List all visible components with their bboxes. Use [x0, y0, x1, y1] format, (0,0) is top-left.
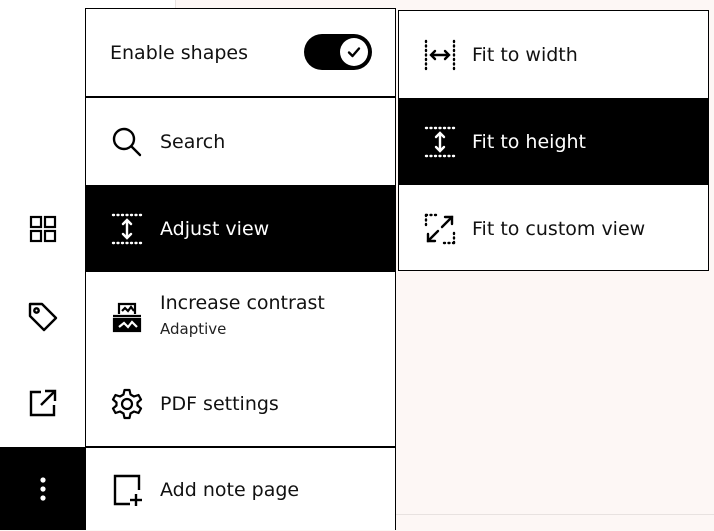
fit-to-custom-view-item[interactable]: Fit to custom view — [399, 185, 708, 272]
share-icon — [29, 389, 56, 417]
fit-width-icon — [423, 38, 457, 72]
adjust-view-label: Adjust view — [160, 217, 270, 240]
more-vertical-icon — [39, 476, 46, 501]
share-button[interactable] — [0, 360, 85, 446]
search-icon — [110, 125, 144, 159]
fit-custom-icon — [423, 212, 457, 246]
enable-shapes-item[interactable]: Enable shapes — [86, 9, 395, 96]
tag-icon — [28, 302, 57, 332]
gear-icon — [110, 387, 144, 421]
adjust-view-submenu: Fit to width Fit to height Fit to custom… — [398, 10, 709, 271]
fit-height-icon — [423, 125, 457, 159]
contrast-icon — [110, 300, 144, 334]
fit-to-custom-view-label: Fit to custom view — [472, 217, 646, 240]
fit-to-width-item[interactable]: Fit to width — [399, 11, 708, 98]
pdf-settings-item[interactable]: PDF settings — [86, 362, 395, 446]
grid-view-button[interactable] — [0, 186, 85, 272]
pdf-settings-label: PDF settings — [160, 393, 279, 415]
enable-shapes-toggle[interactable] — [304, 34, 372, 70]
fit-to-height-item[interactable]: Fit to height — [399, 98, 708, 185]
more-button[interactable] — [0, 447, 85, 530]
page-edge — [396, 514, 714, 515]
check-icon — [347, 47, 361, 58]
fit-to-width-label: Fit to width — [472, 43, 578, 66]
side-toolbar — [0, 0, 85, 530]
fit-to-height-label: Fit to height — [472, 130, 586, 153]
add-note-page-label: Add note page — [160, 478, 300, 501]
add-note-page-item[interactable]: Add note page — [86, 448, 395, 531]
search-label: Search — [160, 130, 226, 153]
tag-button[interactable] — [0, 274, 85, 360]
toggle-knob — [340, 38, 368, 66]
add-page-icon — [110, 473, 144, 507]
grid-icon — [29, 215, 56, 243]
adjust-view-item[interactable]: Adjust view — [86, 185, 395, 272]
search-item[interactable]: Search — [86, 98, 395, 185]
increase-contrast-item[interactable]: Increase contrast Adaptive — [86, 272, 395, 362]
context-menu: Enable shapes Search Adjust view Increas… — [85, 8, 396, 530]
fit-height-icon — [110, 212, 144, 246]
enable-shapes-label: Enable shapes — [110, 41, 248, 64]
increase-contrast-label: Increase contrast — [160, 292, 325, 314]
contrast-mode-value: Adaptive — [160, 320, 227, 338]
